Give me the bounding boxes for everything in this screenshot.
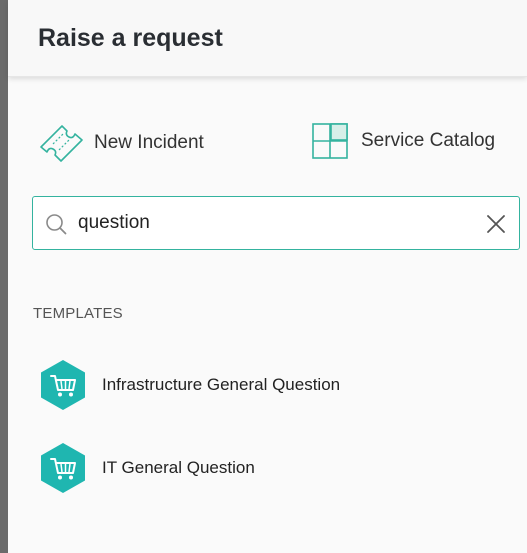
close-icon[interactable]	[486, 214, 506, 234]
new-incident-label: New Incident	[94, 132, 204, 153]
new-incident-option[interactable]: New Incident	[38, 120, 204, 166]
shopping-cart-icon	[41, 443, 85, 493]
search-input[interactable]	[78, 209, 458, 237]
service-catalog-label: Service Catalog	[361, 130, 496, 151]
catalog-grid-icon	[312, 123, 348, 159]
search-icon	[46, 214, 67, 235]
template-label: Infrastructure General Question	[102, 375, 341, 394]
ticket-icon	[40, 125, 83, 162]
page-title: Raise a request	[38, 24, 223, 52]
search-box	[32, 196, 520, 250]
service-catalog-option[interactable]: Service Catalog	[312, 123, 495, 159]
templates-heading: TEMPLATES	[33, 305, 123, 322]
raise-request-panel: Raise a request New Incident Service Cat…	[8, 0, 527, 553]
shopping-cart-icon	[41, 360, 85, 410]
panel-header: Raise a request	[8, 0, 527, 77]
template-label: IT General Question	[102, 458, 255, 477]
template-item[interactable]: IT General Question	[40, 442, 255, 494]
template-item[interactable]: Infrastructure General Question	[40, 359, 340, 411]
